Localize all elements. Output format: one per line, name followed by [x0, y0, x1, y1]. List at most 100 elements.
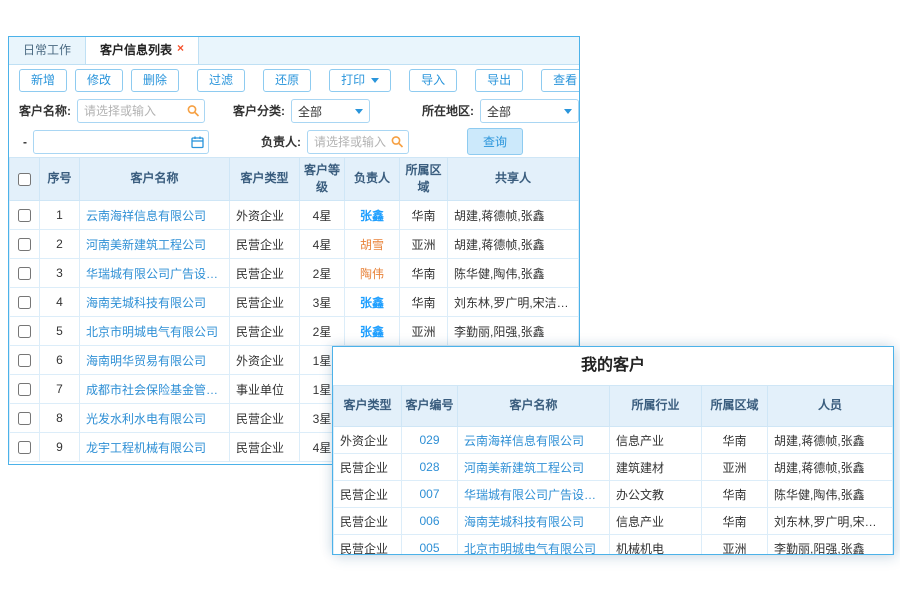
- row-checkbox[interactable]: [18, 325, 31, 338]
- table-row[interactable]: 5 北京市明城电气有限公司 民营企业 2星 张鑫 亚洲 李勤丽,阳强,张鑫: [10, 317, 579, 346]
- customer-name-link[interactable]: 云南海祥信息有限公司: [80, 201, 230, 230]
- tab-bar: 日常工作 客户信息列表 ×: [9, 37, 579, 65]
- customer-name-link[interactable]: 河南美新建筑工程公司: [458, 454, 610, 481]
- customer-name-link[interactable]: 云南海祥信息有限公司: [458, 427, 610, 454]
- tab-label: 客户信息列表: [100, 43, 172, 57]
- col-header-region: 所属区域: [702, 386, 768, 427]
- category-value: 全部: [298, 105, 322, 119]
- customer-name-link[interactable]: 海南芜城科技有限公司: [458, 508, 610, 535]
- table-row[interactable]: 2 河南美新建筑工程公司 民营企业 4星 胡雪 亚洲 胡建,蒋德帧,张鑫: [10, 230, 579, 259]
- customer-code-link[interactable]: 007: [402, 481, 458, 508]
- customer-name-link[interactable]: 华瑞城有限公司广告设计部: [458, 481, 610, 508]
- select-all-cell: [10, 158, 40, 201]
- table-row[interactable]: 民营企业 028 河南美新建筑工程公司 建筑建材 亚洲 胡建,蒋德帧,张鑫: [334, 454, 893, 481]
- row-checkbox[interactable]: [18, 296, 31, 309]
- region-label: 所在地区:: [422, 102, 474, 119]
- table-row[interactable]: 民营企业 005 北京市明城电气有限公司 机械机电 亚洲 李勤丽,阳强,张鑫: [334, 535, 893, 556]
- table-row[interactable]: 4 海南芜城科技有限公司 民营企业 3星 张鑫 华南 刘东林,罗广明,宋洁然,张…: [10, 288, 579, 317]
- row-checkbox[interactable]: [18, 441, 31, 454]
- customer-code-link[interactable]: 006: [402, 508, 458, 535]
- add-button[interactable]: 新增: [19, 69, 67, 92]
- col-header-name: 客户名称: [458, 386, 610, 427]
- print-button-label: 打印: [341, 74, 365, 87]
- region-select[interactable]: 全部: [480, 99, 579, 123]
- customer-name-link[interactable]: 成都市社会保险基金管理...: [80, 375, 230, 404]
- owner-label: 负责人:: [261, 133, 301, 150]
- edit-button[interactable]: 修改: [75, 69, 123, 92]
- row-checkbox[interactable]: [18, 354, 31, 367]
- toolbar: 新增 修改 删除 过滤 还原 打印 导入 导出 查看日志: [9, 65, 579, 95]
- col-header-level: 客户等级: [300, 158, 345, 201]
- region-value: 全部: [487, 105, 511, 119]
- col-header-owner: 负责人: [345, 158, 400, 201]
- filter-button[interactable]: 过滤: [197, 69, 245, 92]
- my-customers-window: 我的客户 客户类型 客户编号 客户名称 所属行业 所属区域 人员 外资企业 02…: [332, 346, 894, 555]
- row-checkbox[interactable]: [18, 238, 31, 251]
- col-header-region: 所属区域: [400, 158, 448, 201]
- filter-row-2: - 负责人: 查询: [9, 126, 579, 157]
- customer-name-link[interactable]: 龙宇工程机械有限公司: [80, 433, 230, 462]
- print-button[interactable]: 打印: [329, 69, 391, 92]
- customer-code-link[interactable]: 028: [402, 454, 458, 481]
- tab-close-icon[interactable]: ×: [177, 41, 184, 55]
- col-header-industry: 所属行业: [610, 386, 702, 427]
- table-row[interactable]: 民营企业 007 华瑞城有限公司广告设计部 办公文教 华南 陈华健,陶伟,张鑫: [334, 481, 893, 508]
- row-checkbox[interactable]: [18, 267, 31, 280]
- tab-daily-work[interactable]: 日常工作: [9, 37, 85, 64]
- my-customers-table: 客户类型 客户编号 客户名称 所属行业 所属区域 人员 外资企业 029 云南海…: [333, 385, 893, 555]
- col-header-type: 客户类型: [334, 386, 402, 427]
- row-checkbox[interactable]: [18, 209, 31, 222]
- calendar-icon[interactable]: [191, 135, 204, 148]
- owner-link[interactable]: 胡雪: [345, 230, 400, 259]
- view-log-button[interactable]: 查看日志: [541, 69, 580, 92]
- table-row[interactable]: 3 华瑞城有限公司广告设计部 民营企业 2星 陶伟 华南 陈华健,陶伟,张鑫: [10, 259, 579, 288]
- row-checkbox[interactable]: [18, 383, 31, 396]
- import-button[interactable]: 导入: [409, 69, 457, 92]
- restore-button[interactable]: 还原: [263, 69, 311, 92]
- col-header-no: 序号: [40, 158, 80, 201]
- chevron-down-icon: [564, 109, 572, 114]
- customer-name-link[interactable]: 海南明华贸易有限公司: [80, 346, 230, 375]
- category-label: 客户分类:: [233, 102, 285, 119]
- customer-name-link[interactable]: 华瑞城有限公司广告设计部: [80, 259, 230, 288]
- export-button[interactable]: 导出: [475, 69, 523, 92]
- chevron-down-icon: [371, 78, 379, 83]
- col-header-code: 客户编号: [402, 386, 458, 427]
- row-checkbox[interactable]: [18, 412, 31, 425]
- table-row[interactable]: 外资企业 029 云南海祥信息有限公司 信息产业 华南 胡建,蒋德帧,张鑫: [334, 427, 893, 454]
- tab-customer-list[interactable]: 客户信息列表 ×: [85, 37, 199, 64]
- col-header-shared: 共享人: [448, 158, 579, 201]
- table-row[interactable]: 民营企业 006 海南芜城科技有限公司 信息产业 华南 刘东林,罗广明,宋洁然.…: [334, 508, 893, 535]
- owner-link[interactable]: 张鑫: [345, 201, 400, 230]
- col-header-name: 客户名称: [80, 158, 230, 201]
- col-header-type: 客户类型: [230, 158, 300, 201]
- owner-link[interactable]: 陶伟: [345, 259, 400, 288]
- query-button[interactable]: 查询: [467, 128, 523, 155]
- customer-name-link[interactable]: 河南美新建筑工程公司: [80, 230, 230, 259]
- date-range-dash: -: [23, 135, 27, 149]
- customer-name-input[interactable]: [77, 99, 205, 123]
- customer-code-link[interactable]: 005: [402, 535, 458, 556]
- customer-name-link[interactable]: 北京市明城电气有限公司: [80, 317, 230, 346]
- customer-name-link[interactable]: 光发水利水电有限公司: [80, 404, 230, 433]
- date-input[interactable]: [33, 130, 209, 154]
- customer-name-link[interactable]: 海南芜城科技有限公司: [80, 288, 230, 317]
- customer-code-link[interactable]: 029: [402, 427, 458, 454]
- owner-link[interactable]: 张鑫: [345, 317, 400, 346]
- delete-button[interactable]: 删除: [131, 69, 179, 92]
- customer-name-label: 客户名称:: [19, 102, 71, 119]
- my-customers-title: 我的客户: [333, 347, 893, 385]
- table-header-row: 客户类型 客户编号 客户名称 所属行业 所属区域 人员: [334, 386, 893, 427]
- filter-row-1: 客户名称: 客户分类: 全部 所在地区: 全部: [9, 95, 579, 126]
- tab-label: 日常工作: [23, 43, 71, 57]
- col-header-staff: 人员: [768, 386, 893, 427]
- search-icon[interactable]: [187, 104, 200, 117]
- category-select[interactable]: 全部: [291, 99, 370, 123]
- owner-link[interactable]: 张鑫: [345, 288, 400, 317]
- table-row[interactable]: 1 云南海祥信息有限公司 外资企业 4星 张鑫 华南 胡建,蒋德帧,张鑫: [10, 201, 579, 230]
- chevron-down-icon: [355, 109, 363, 114]
- select-all-checkbox[interactable]: [18, 173, 31, 186]
- table-header-row: 序号 客户名称 客户类型 客户等级 负责人 所属区域 共享人: [10, 158, 579, 201]
- customer-name-link[interactable]: 北京市明城电气有限公司: [458, 535, 610, 556]
- search-icon[interactable]: [391, 135, 404, 148]
